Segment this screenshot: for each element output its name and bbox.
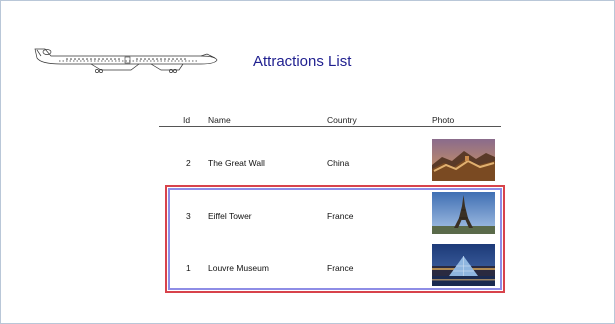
louvre-pyramid-photo bbox=[432, 244, 495, 286]
column-header-photo: Photo bbox=[432, 115, 455, 125]
row-id: 2 bbox=[186, 158, 191, 168]
row-name: Eiffel Tower bbox=[208, 211, 252, 221]
report-title: Attractions List bbox=[253, 53, 352, 70]
eiffel-tower-photo bbox=[432, 192, 495, 234]
report-page: Attractions List Id Name Country Photo 2… bbox=[0, 0, 615, 324]
column-header-id: Id bbox=[183, 115, 191, 125]
row-country: France bbox=[327, 263, 354, 273]
airplane-illustration bbox=[34, 48, 218, 73]
header-divider bbox=[159, 126, 501, 127]
column-header-name: Name bbox=[208, 115, 231, 125]
row-id: 3 bbox=[186, 211, 191, 221]
row-name: The Great Wall bbox=[208, 158, 265, 168]
row-name: Louvre Museum bbox=[208, 263, 269, 273]
row-country: China bbox=[327, 158, 350, 168]
row-id: 1 bbox=[186, 263, 191, 273]
row-country: France bbox=[327, 211, 354, 221]
column-header-country: Country bbox=[327, 115, 357, 125]
great-wall-photo bbox=[432, 139, 495, 181]
